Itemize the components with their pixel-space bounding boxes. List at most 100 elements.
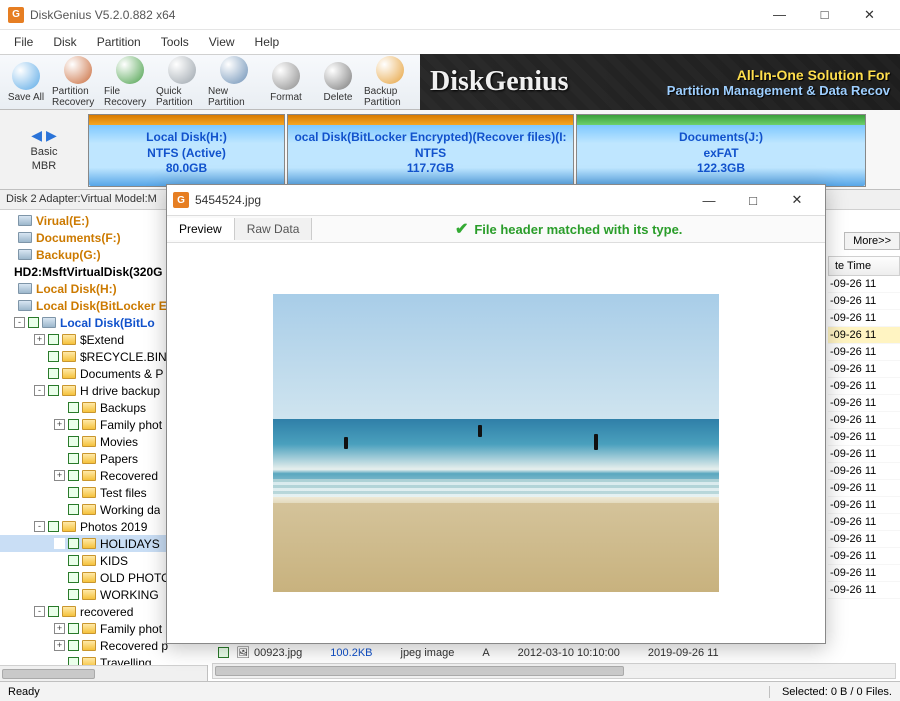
more-button[interactable]: More>> [844,232,900,250]
file-date-cell[interactable]: -09-26 11 [828,463,900,480]
file-row[interactable]: 🖼 00923.jpg 100.2KB jpeg image A 2012-03… [218,644,890,661]
close-button[interactable]: ✕ [847,0,892,30]
maximize-button[interactable]: □ [802,0,847,30]
expand-icon [54,487,65,498]
toolbar-delete[interactable]: Delete [312,55,364,109]
tab-raw-data[interactable]: Raw Data [235,218,313,240]
preview-maximize-button[interactable]: □ [731,186,775,214]
file-date-cell[interactable]: -09-26 11 [828,361,900,378]
toolbar-new-partition[interactable]: New Partition [208,55,260,109]
expand-icon[interactable]: - [34,385,45,396]
expand-icon[interactable]: + [54,623,65,634]
preview-canvas [167,243,825,643]
expand-icon[interactable]: - [14,317,25,328]
checkbox-icon[interactable] [68,623,79,634]
file-date-cell[interactable]: -09-26 11 [828,446,900,463]
checkbox-icon[interactable] [48,351,59,362]
tab-preview[interactable]: Preview [167,218,235,240]
expand-icon[interactable]: + [34,334,45,345]
toolbar-icon [12,62,40,90]
checkbox-icon[interactable] [68,538,79,549]
nav-arrows[interactable]: ◀ ▶ [31,127,56,144]
checkbox-icon[interactable] [28,317,39,328]
file-date-cell[interactable]: -09-26 11 [828,344,900,361]
checkbox-icon[interactable] [68,436,79,447]
checkbox-icon[interactable] [68,572,79,583]
checkbox-icon[interactable] [68,453,79,464]
toolbar-icon [220,56,248,84]
file-date-cell[interactable]: -09-26 11 [828,480,900,497]
file-date-cell[interactable]: -09-26 11 [828,565,900,582]
preview-titlebar[interactable]: G 5454524.jpg — □ ✕ [167,185,825,215]
checkbox-icon[interactable] [218,647,229,658]
file-list-scrollbar[interactable] [212,663,896,679]
checkbox-icon[interactable] [68,657,79,665]
tree-item[interactable]: Travelling [0,654,208,665]
checkbox-icon[interactable] [48,521,59,532]
checkbox-icon[interactable] [68,504,79,515]
toolbar: Save AllPartition RecoveryFile RecoveryQ… [0,54,900,110]
file-date-cell[interactable]: -09-26 11 [828,327,900,344]
partition-bar[interactable]: ocal Disk(BitLocker Encrypted)(Recover f… [287,114,574,187]
toolbar-format[interactable]: Format [260,55,312,109]
preview-close-button[interactable]: ✕ [775,186,819,214]
file-date-cell[interactable]: -09-26 11 [828,276,900,293]
preview-minimize-button[interactable]: — [687,186,731,214]
file-date-cell[interactable]: -09-26 11 [828,582,900,599]
expand-icon[interactable]: + [54,419,65,430]
column-header-time[interactable]: te Time [828,256,900,276]
checkbox-icon[interactable] [68,419,79,430]
file-date-cell[interactable]: -09-26 11 [828,514,900,531]
partition-bar[interactable]: Local Disk(H:)NTFS (Active)80.0GB [88,114,285,187]
file-date-cell[interactable]: -09-26 11 [828,378,900,395]
expand-icon[interactable]: + [54,640,65,651]
checkbox-icon[interactable] [48,385,59,396]
banner-title: DiskGenius [430,66,569,98]
toolbar-quick-partition[interactable]: Quick Partition [156,55,208,109]
toolbar-partition-recovery[interactable]: Partition Recovery [52,55,104,109]
folder-icon [82,419,96,430]
expand-icon [4,283,15,294]
checkbox-icon[interactable] [48,368,59,379]
checkbox-icon[interactable] [68,402,79,413]
expand-icon [54,504,65,515]
file-date-cell[interactable]: -09-26 11 [828,293,900,310]
tree-scrollbar[interactable] [0,665,207,681]
folder-icon [82,640,96,651]
expand-icon[interactable]: - [34,606,45,617]
menu-partition[interactable]: Partition [87,31,151,53]
checkbox-icon[interactable] [68,589,79,600]
minimize-button[interactable]: — [757,0,802,30]
file-date-cell[interactable]: -09-26 11 [828,548,900,565]
checkbox-icon[interactable] [68,555,79,566]
expand-icon[interactable]: - [34,521,45,532]
checkbox-icon[interactable] [68,470,79,481]
partition-bar[interactable]: Documents(J:)exFAT122.3GB [576,114,866,187]
file-date-cell[interactable]: -09-26 11 [828,310,900,327]
checkbox-icon[interactable] [48,606,59,617]
file-date-cell[interactable]: -09-26 11 [828,429,900,446]
expand-icon [54,402,65,413]
file-date-cell[interactable]: -09-26 11 [828,497,900,514]
window-title: DiskGenius V5.2.0.882 x64 [30,8,757,22]
toolbar-file-recovery[interactable]: File Recovery [104,55,156,109]
folder-icon [82,436,96,447]
checkbox-icon[interactable] [48,334,59,345]
checkbox-icon[interactable] [68,640,79,651]
preview-status-msg: ✔ File header matched with its type. [312,219,825,239]
menu-file[interactable]: File [4,31,43,53]
file-date-cell[interactable]: -09-26 11 [828,531,900,548]
file-date-cell[interactable]: -09-26 11 [828,395,900,412]
menu-help[interactable]: Help [245,31,290,53]
expand-icon [54,453,65,464]
toolbar-save-all[interactable]: Save All [0,55,52,109]
checkbox-icon[interactable] [68,487,79,498]
file-date-cell[interactable]: -09-26 11 [828,412,900,429]
toolbar-backup-partition[interactable]: Backup Partition [364,55,416,109]
menu-view[interactable]: View [199,31,245,53]
menu-disk[interactable]: Disk [43,31,86,53]
folder-icon [82,555,96,566]
preview-window[interactable]: G 5454524.jpg — □ ✕ Preview Raw Data ✔ F… [166,184,826,644]
expand-icon[interactable]: + [54,470,65,481]
menu-tools[interactable]: Tools [151,31,199,53]
